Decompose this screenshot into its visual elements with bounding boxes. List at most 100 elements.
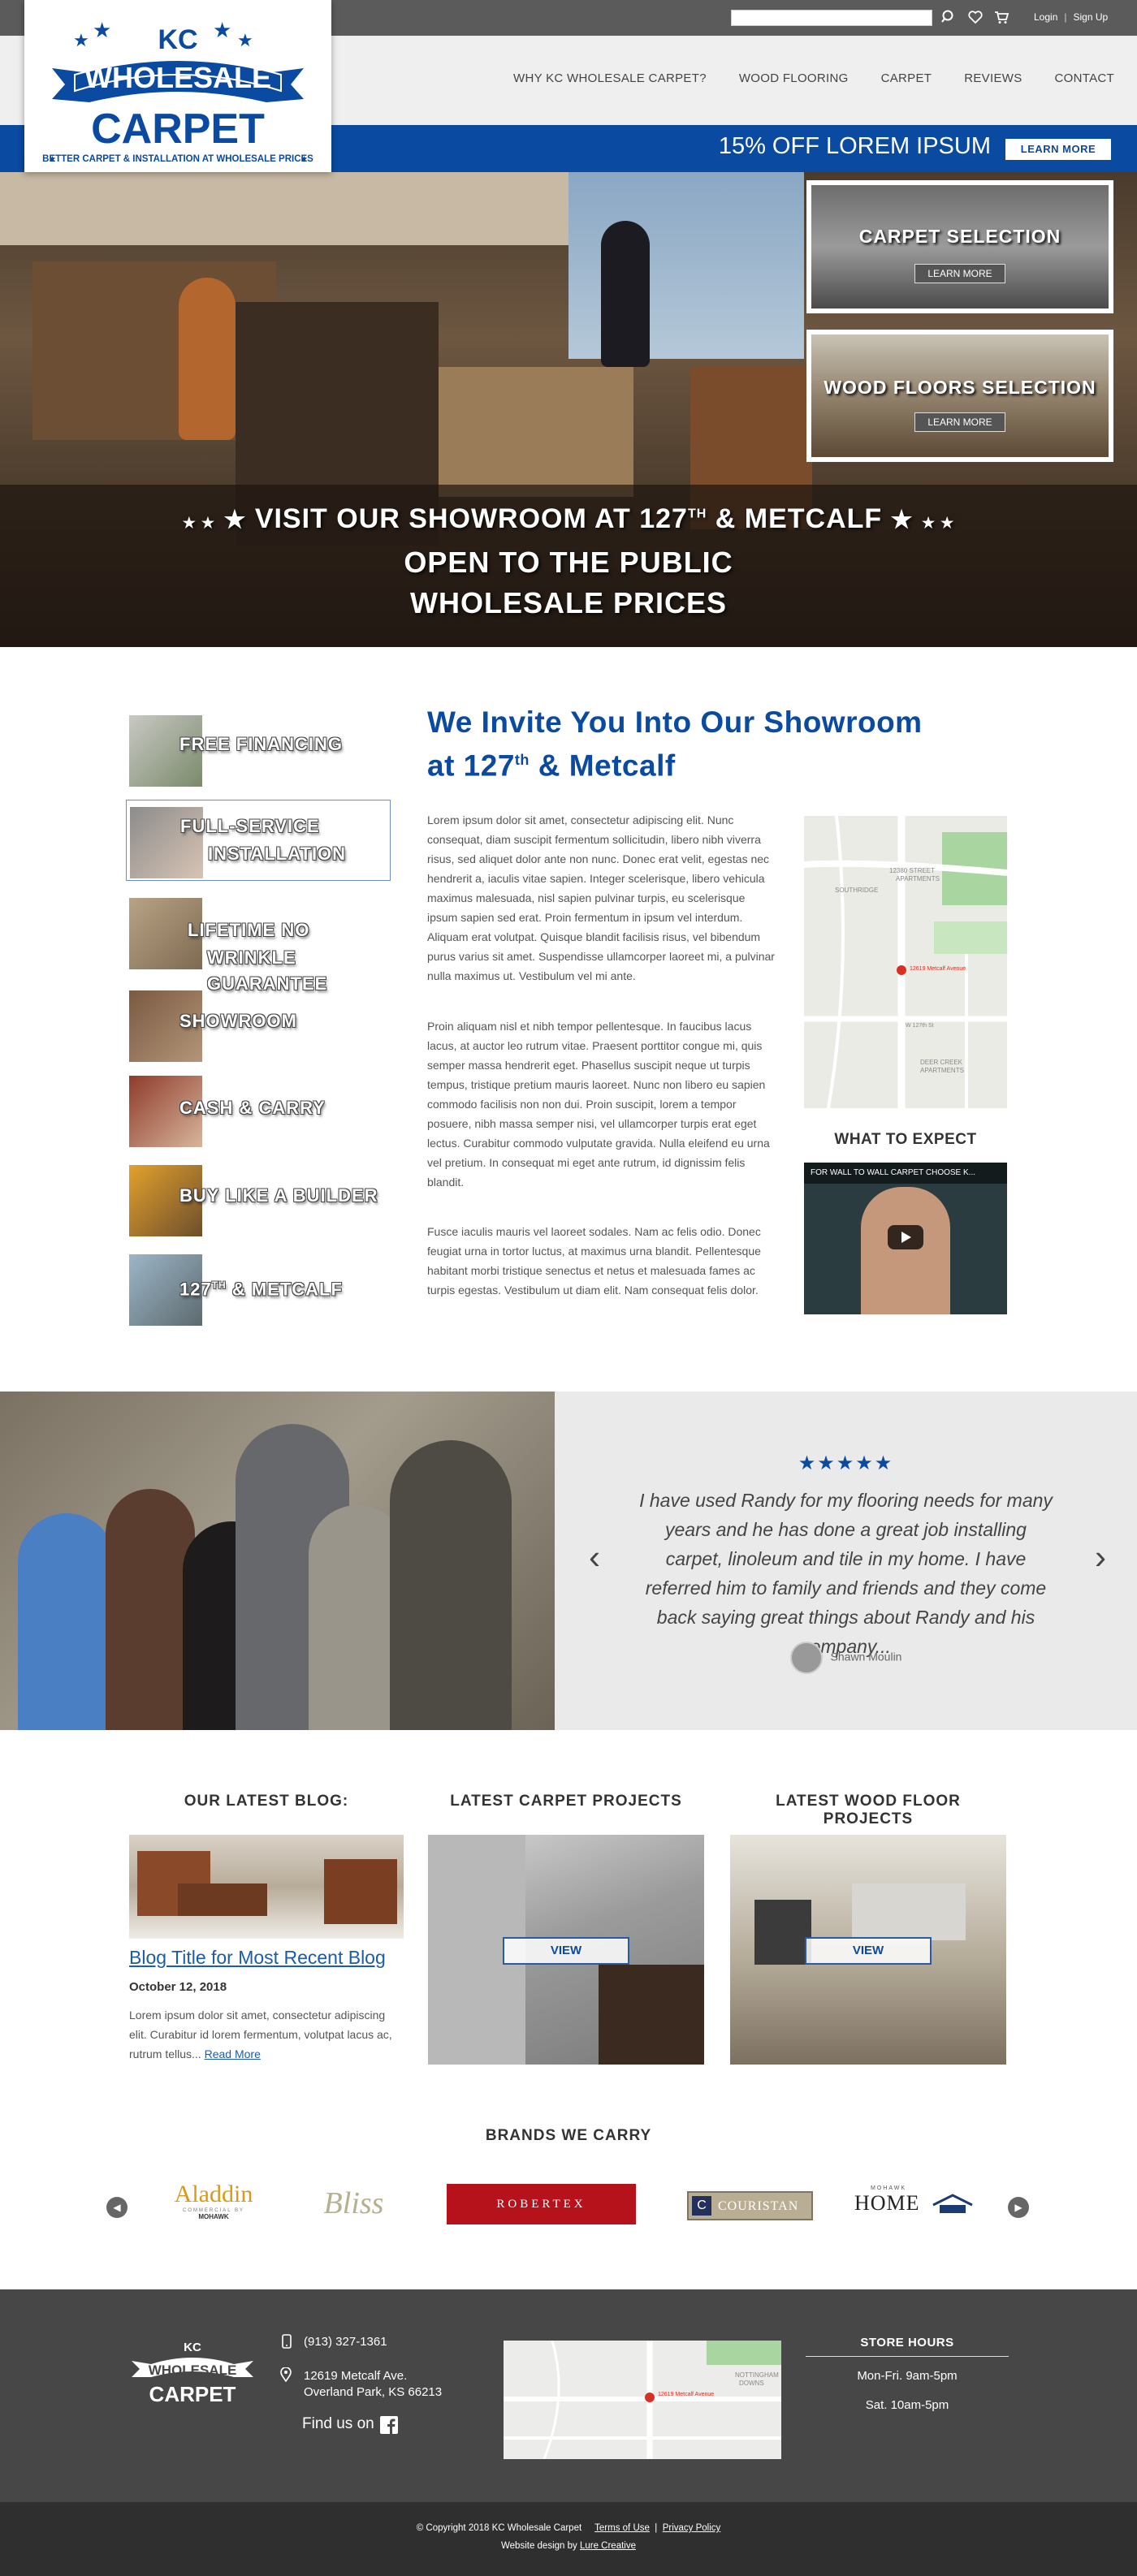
map-label-deer-creek: DEER CREEK <box>920 1059 963 1066</box>
hero-card-wood[interactable]: WOOD FLOORS SELECTION LEARN MORE <box>806 330 1113 462</box>
footer-map-pin-icon[interactable] <box>645 2393 655 2402</box>
star-icon: ★ ★ <box>182 515 215 531</box>
svg-text:APARTMENTS: APARTMENTS <box>920 1067 964 1074</box>
prev-arrow-icon[interactable]: ‹ <box>589 1538 600 1577</box>
bottom-bar: © Copyright 2018 KC Wholesale Carpet Ter… <box>0 2502 1137 2576</box>
nav-item-carpet[interactable]: CARPET <box>881 71 932 85</box>
feature-showroom[interactable]: SHOWROOM <box>126 984 391 1065</box>
carpet-project-card[interactable]: VIEW <box>428 1835 704 2065</box>
footer-map-label: 12619 Metcalf Avenue <box>658 2392 714 2397</box>
site-logo[interactable]: ★ ★ ★ ★ KC WHOLESALE CARPET ★ BETTER CAR… <box>24 0 331 172</box>
brand-robertex-logo[interactable]: ROBERTEX <box>447 2184 636 2224</box>
brand-mohawk-home-logo[interactable]: MOHAWK HOME <box>854 2186 976 2226</box>
brands-prev-icon[interactable]: ◀ <box>106 2197 128 2218</box>
feature-label: BUY LIKE A BUILDER <box>179 1185 378 1206</box>
brand-couristan: COURISTAN <box>718 2199 799 2213</box>
hero-headline-text-end: & METCALF <box>707 503 883 534</box>
read-more-link[interactable]: Read More <box>205 2047 261 2060</box>
store-hours-heading: STORE HOURS <box>806 2336 1009 2357</box>
cart-icon[interactable] <box>992 8 1010 26</box>
video-title: FOR WALL TO WALL CARPET CHOOSE K... <box>804 1163 1007 1184</box>
feature-label-2: INSTALLATION <box>208 844 347 864</box>
feature-label: LIFETIME NO <box>188 920 310 940</box>
hero-card-carpet[interactable]: CARPET SELECTION LEARN MORE <box>806 180 1113 313</box>
map-label-southridge: SOUTHRIDGE <box>835 887 878 894</box>
footer-phone[interactable]: (913) 327-1361 <box>304 2335 387 2349</box>
feature-guarantee[interactable]: LIFETIME NO WRINKLE GUARANTEE <box>126 891 391 994</box>
feature-label-text-end: & METCALF <box>226 1279 343 1300</box>
avatar <box>789 1642 823 1674</box>
location-map[interactable]: 12380 STREET APARTMENTS SOUTHRIDGE 12619… <box>804 816 1007 1108</box>
hero-banner: CARPET SELECTION LEARN MORE WOOD FLOORS … <box>0 172 1137 647</box>
intro-title: We Invite You Into Our Showroom at 127th… <box>427 703 996 784</box>
logo-tagline: BETTER CARPET & INSTALLATION AT WHOLESAL… <box>42 154 313 164</box>
feature-label: FREE FINANCING <box>179 734 343 754</box>
store-hours-saturday: Sat. 10am-5pm <box>865 2398 949 2412</box>
heart-icon[interactable] <box>966 8 984 26</box>
rating-stars: ★★★★★ <box>798 1452 894 1474</box>
brands-next-icon[interactable]: ▶ <box>1008 2197 1029 2218</box>
feature-cash-carry[interactable]: CASH & CARRY <box>126 1069 391 1150</box>
facebook-icon[interactable] <box>380 2416 398 2434</box>
bottom-separator: | <box>655 2523 658 2533</box>
brands-heading: BRANDS WE CARRY <box>485 2127 652 2144</box>
brand-aladdin-sub2: MOHAWK <box>198 2213 229 2220</box>
wood-project-card[interactable]: VIEW <box>730 1835 1006 2065</box>
lure-creative-link[interactable]: Lure Creative <box>580 2541 636 2551</box>
carpet-view-button[interactable]: VIEW <box>503 1937 629 1965</box>
hero-ceiling <box>0 172 585 245</box>
intro-title-line-1: We Invite You Into Our Showroom <box>427 705 923 739</box>
feature-free-financing[interactable]: FREE FINANCING <box>126 709 391 790</box>
brand-aladdin-logo[interactable]: Aladdin COMMERCIAL BY MOHAWK <box>165 2181 262 2229</box>
map-label-apartments: 12380 STREET <box>889 867 935 874</box>
signup-link[interactable]: Sign Up <box>1074 11 1109 23</box>
copyright-text: © Copyright 2018 KC Wholesale Carpet <box>416 2523 582 2533</box>
promo-text: 15% OFF LOREM IPSUM <box>718 133 991 159</box>
privacy-link[interactable]: Privacy Policy <box>663 2523 721 2533</box>
map-pin-icon[interactable] <box>897 965 906 975</box>
feature-installation[interactable]: FULL-SERVICE INSTALLATION <box>126 800 391 881</box>
nav-item-wood-flooring[interactable]: WOOD FLOORING <box>739 71 849 85</box>
search-icon[interactable] <box>940 8 958 26</box>
blog-date: October 12, 2018 <box>129 1980 227 1994</box>
intro-paragraph-2: Proin aliquam nisl et nibh tempor pellen… <box>427 1020 770 1189</box>
svg-text:★: ★ <box>237 31 253 51</box>
hero-person-1 <box>179 278 236 440</box>
feature-builder[interactable]: BUY LIKE A BUILDER <box>126 1159 391 1240</box>
brand-bliss-logo[interactable]: Bliss <box>307 2186 400 2226</box>
nav-item-why[interactable]: WHY KC WHOLESALE CARPET? <box>513 71 707 85</box>
terms-link[interactable]: Terms of Use <box>594 2523 650 2533</box>
footer-map[interactable]: 12619 Metcalf Avenue NOTTINGHAM DOWNS <box>504 2341 781 2459</box>
footer-logo-wholesale: WHOLESALE <box>149 2362 237 2378</box>
nav-item-reviews[interactable]: REVIEWS <box>964 71 1022 85</box>
blog-title-link[interactable]: Blog Title for Most Recent Blog <box>129 1947 386 1969</box>
hero-card-wood-button[interactable]: LEARN MORE <box>914 412 1005 432</box>
blog-heading: OUR LATEST BLOG: <box>184 1793 349 1810</box>
feature-label: SHOWROOM <box>179 1011 297 1031</box>
hero-card-carpet-button[interactable]: LEARN MORE <box>914 264 1005 283</box>
search-input[interactable] <box>731 10 932 26</box>
svg-text:★: ★ <box>213 19 231 43</box>
footer-logo[interactable]: KC WHOLESALE CARPET <box>127 2337 258 2410</box>
feature-location[interactable]: 127TH & METCALF <box>126 1248 391 1329</box>
feature-label: 127TH & METCALF <box>179 1272 343 1302</box>
brand-couristan-logo[interactable]: C COURISTAN <box>687 2191 813 2220</box>
next-arrow-icon[interactable]: › <box>1095 1538 1106 1577</box>
promo-learn-more-button[interactable]: LEARN MORE <box>1005 139 1111 160</box>
main-nav: WHY KC WHOLESALE CARPET? WOOD FLOORING C… <box>513 71 1114 85</box>
wood-view-button[interactable]: VIEW <box>805 1937 932 1965</box>
couristan-c-icon: C <box>692 2196 711 2216</box>
intro-title-text: at 127 <box>427 749 515 783</box>
nav-item-contact[interactable]: CONTACT <box>1055 71 1114 85</box>
blog-image[interactable] <box>129 1835 404 1939</box>
svg-text:★: ★ <box>73 31 89 51</box>
carpet-projects-heading: LATEST CARPET PROJECTS <box>450 1793 682 1810</box>
video-player[interactable]: FOR WALL TO WALL CARPET CHOOSE K... <box>804 1163 1007 1314</box>
wood-projects-heading: LATEST WOOD FLOOR PROJECTS <box>776 1793 961 1827</box>
location-pin-icon <box>280 2367 292 2382</box>
play-button[interactable] <box>888 1225 923 1249</box>
feature-label-sup: TH <box>211 1279 227 1291</box>
design-credit-text: Website design by <box>501 2541 580 2551</box>
design-credit: Website design by Lure Creative <box>0 2541 1137 2551</box>
login-link[interactable]: Login <box>1034 11 1057 23</box>
